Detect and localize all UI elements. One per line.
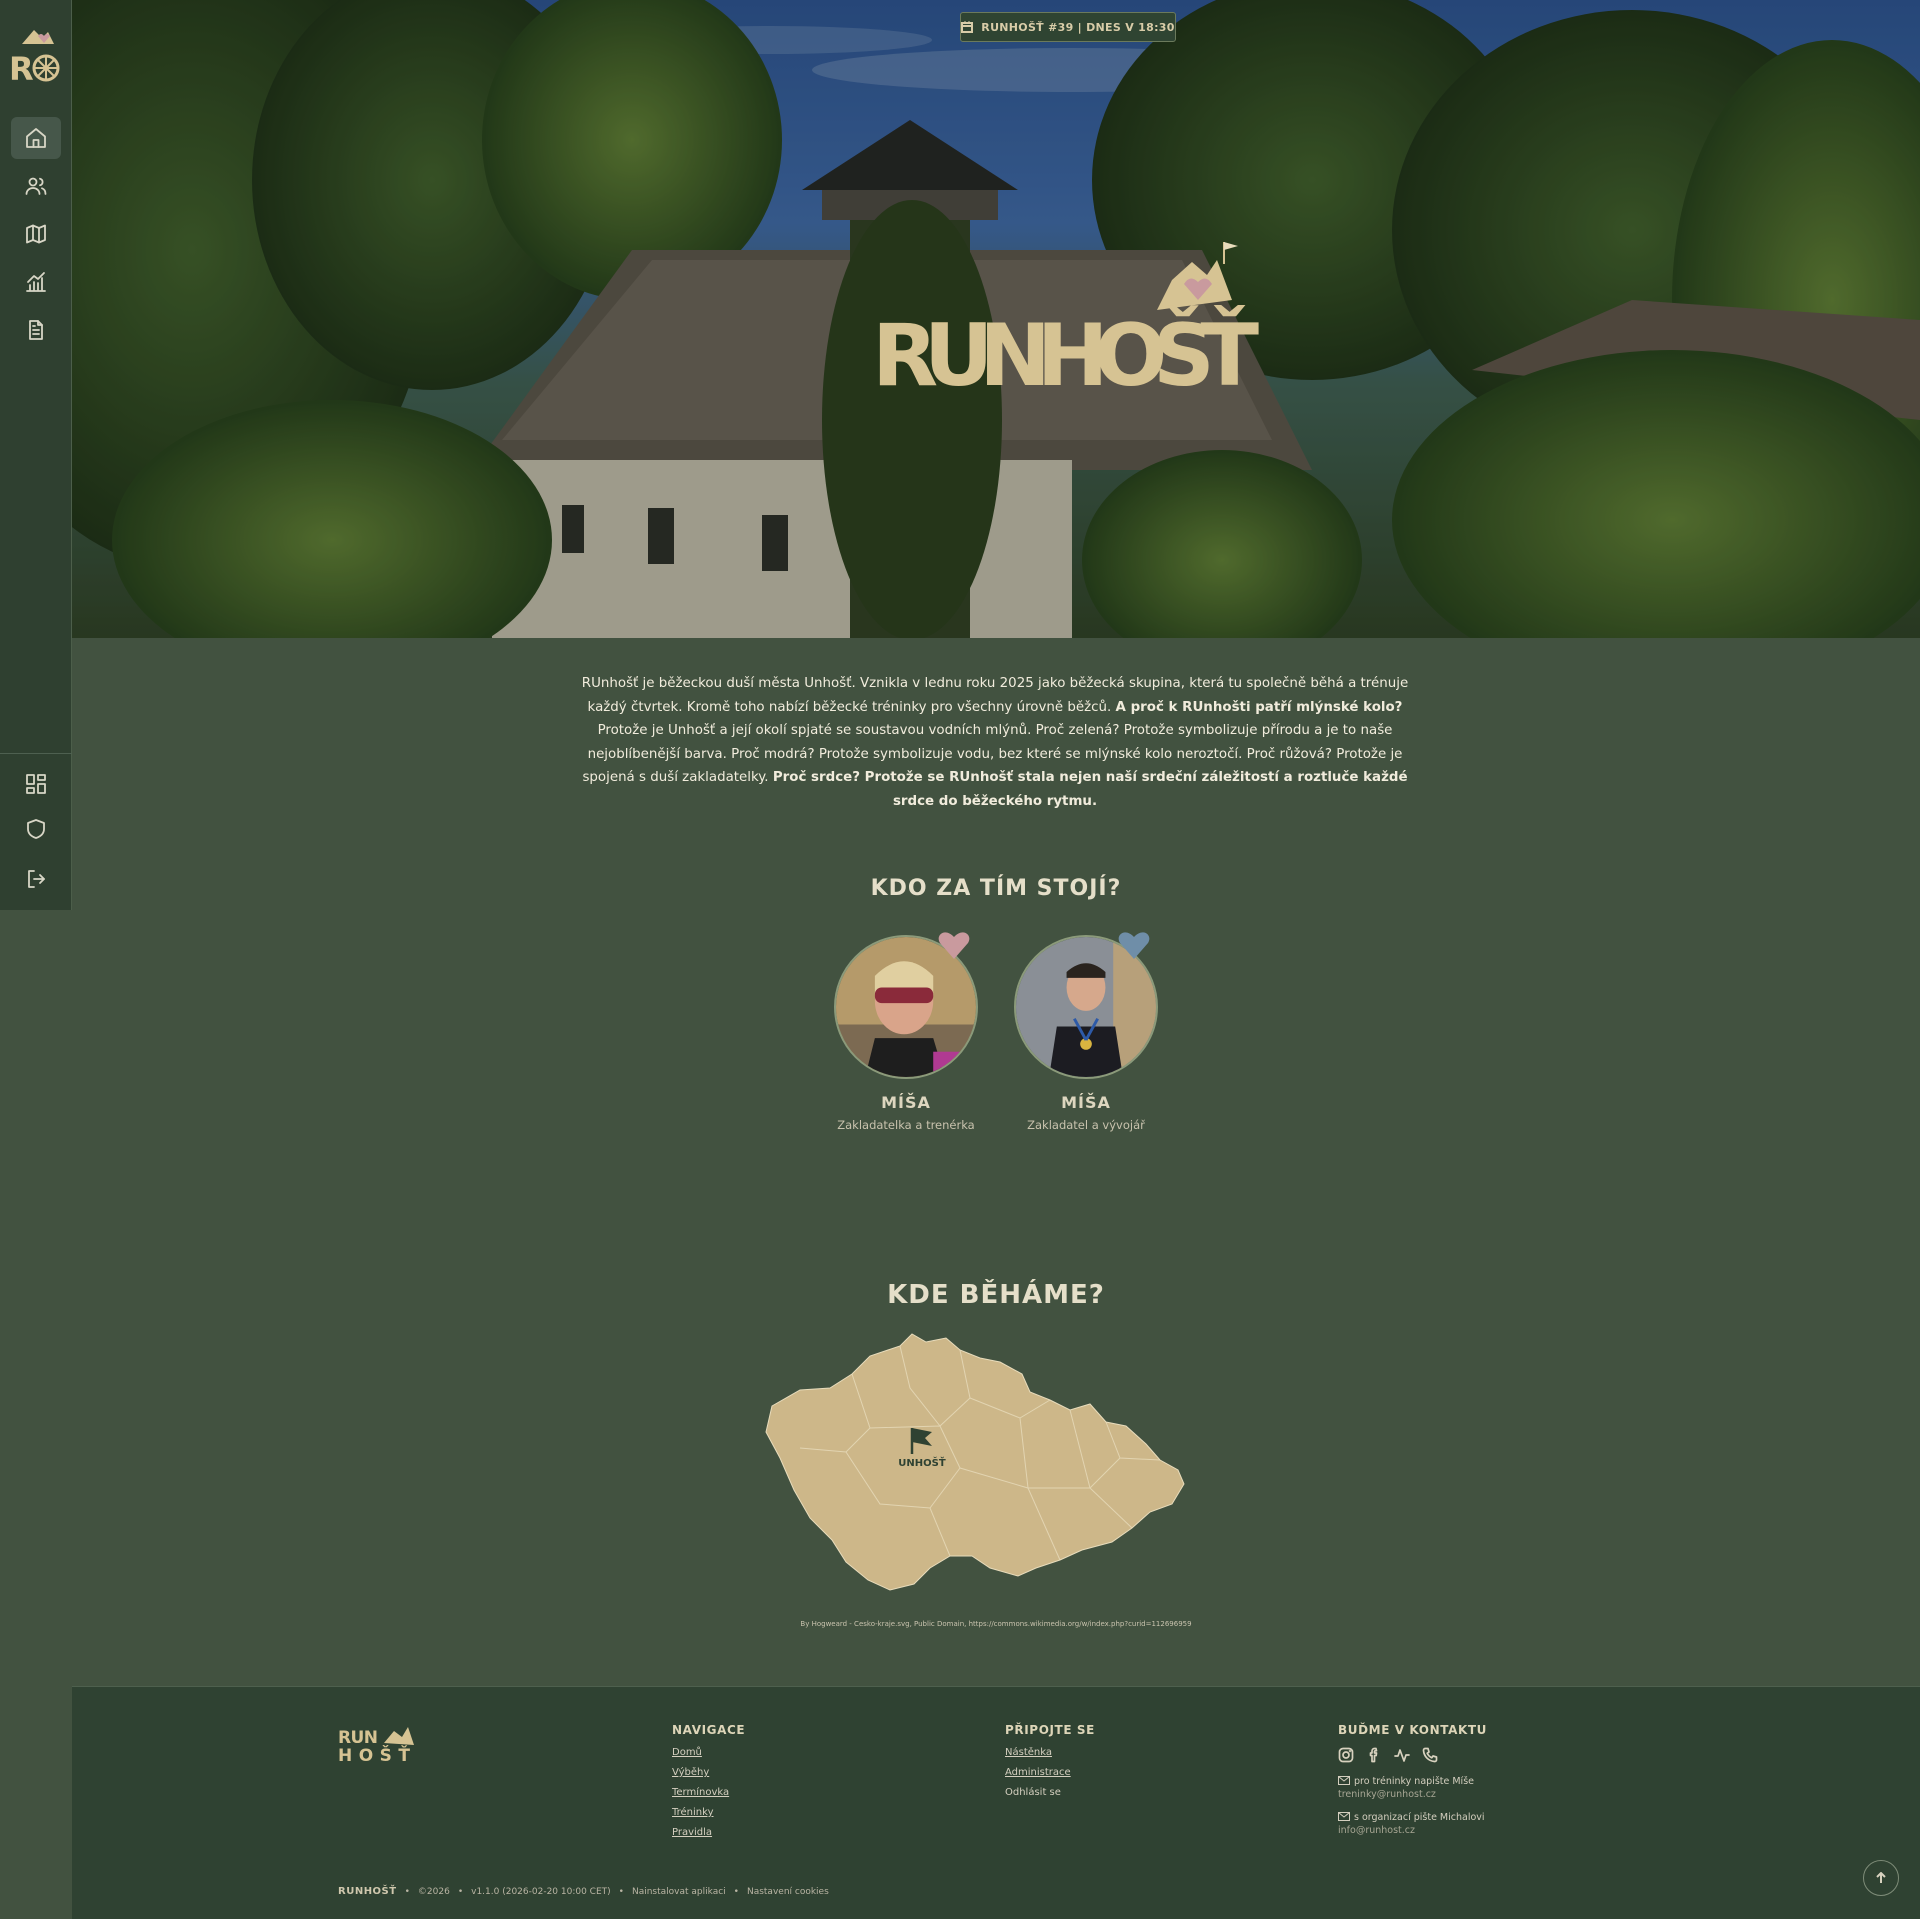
intro-paragraph: RUnhošť je běžeckou duší města Unhošť. V… xyxy=(580,672,1410,813)
scroll-to-top-button[interactable] xyxy=(1863,1860,1899,1896)
footer-logo[interactable]: RUN HOŠŤ xyxy=(338,1723,414,1763)
team-member-name: MÍŠA xyxy=(881,1093,931,1112)
install-app-link[interactable]: Nainstalovat aplikaci xyxy=(632,1887,726,1897)
separator: • xyxy=(618,1886,624,1897)
hero-logo-text: RUNHOŠŤ xyxy=(872,305,1259,400)
version: v1.1.0 (2026-02-20 10:00 CET) xyxy=(471,1886,611,1897)
map-marker-label: UNHOŠŤ xyxy=(898,1456,946,1469)
sidebar-item-admin[interactable] xyxy=(11,808,61,850)
chart-icon xyxy=(26,272,46,292)
logout-icon xyxy=(28,870,45,888)
intro-bold-1: A proč k RUnhošti patří mlýnské kolo? xyxy=(1115,699,1403,715)
team-member-card: MÍŠA Zakladatelka a trenérka xyxy=(831,932,981,1132)
map-icon xyxy=(26,224,46,244)
dashboard-icon xyxy=(26,774,46,794)
svg-text:R: R xyxy=(9,50,34,86)
team-section-title: KDO ZA TÍM STOJÍ? xyxy=(870,876,1122,901)
social-icons xyxy=(1338,1747,1487,1763)
footer-link-rules[interactable]: Pravidla xyxy=(672,1827,745,1838)
footer-join-column: PŘIPOJTE SE Nástěnka Administrace Odhlás… xyxy=(1005,1723,1095,1807)
contact-label: pro tréninky napište Míše xyxy=(1354,1776,1474,1787)
sidebar-divider xyxy=(0,753,72,754)
sidebar-item-documents[interactable] xyxy=(11,309,61,351)
footer-nav-column: NAVIGACE Domů Výběhy Termínovka Tréninky… xyxy=(672,1723,745,1847)
team-member-name: MÍŠA xyxy=(1061,1093,1111,1112)
contact-trainings: pro tréninky napište Míše treninky@runho… xyxy=(1338,1775,1487,1801)
sidebar-logo[interactable]: R xyxy=(8,22,64,88)
phone-icon[interactable] xyxy=(1422,1747,1438,1763)
footer-link-home[interactable]: Domů xyxy=(672,1747,745,1758)
heart-icon xyxy=(938,932,970,959)
sidebar-item-dashboard[interactable] xyxy=(11,763,61,805)
sidebar-item-home[interactable] xyxy=(11,117,61,159)
next-run-text: RUNHOŠŤ #39 | DNES V 18:30 xyxy=(981,20,1175,34)
separator: • xyxy=(457,1886,464,1897)
svg-text:RUN: RUN xyxy=(338,1728,378,1748)
home-icon xyxy=(26,128,46,148)
contact-organization: s organizací pište Michalovi info@runhos… xyxy=(1338,1811,1487,1837)
footer-link-trainings[interactable]: Tréninky xyxy=(672,1807,745,1818)
hero: RUNHOŠŤ #39 | DNES V 18:30 RUNHOŠŤ xyxy=(72,0,1920,638)
calendar-icon xyxy=(961,21,974,33)
separator: • xyxy=(733,1886,739,1897)
contact-email[interactable]: info@runhost.cz xyxy=(1338,1824,1487,1837)
mail-icon xyxy=(1338,1812,1350,1821)
footer-logout-link[interactable]: Odhlásit se xyxy=(1005,1787,1095,1798)
footer-join-title: PŘIPOJTE SE xyxy=(1005,1723,1095,1737)
heart-icon xyxy=(1118,932,1150,959)
hero-logo: RUNHOŠŤ xyxy=(872,242,1261,400)
instagram-icon[interactable] xyxy=(1338,1747,1354,1763)
sidebar-item-users[interactable] xyxy=(11,165,61,207)
arrow-up-icon xyxy=(1876,1872,1886,1883)
contact-label: s organizací pište Michalovi xyxy=(1354,1812,1485,1823)
sidebar-item-stats[interactable] xyxy=(11,261,61,303)
footer-link-admin[interactable]: Administrace xyxy=(1005,1767,1095,1778)
czech-regions-map: UNHOŠŤ xyxy=(765,1333,1185,1591)
intro-bold-2: Proč srdce? Protože se RUnhošť stala nej… xyxy=(772,770,1408,809)
map-section-title: KDE BĚHÁME? xyxy=(887,1280,1105,1310)
facebook-icon[interactable] xyxy=(1366,1747,1382,1763)
footer-link-calendar[interactable]: Termínovka xyxy=(672,1787,745,1798)
sidebar-item-logout[interactable] xyxy=(11,858,61,900)
footer-link-runs[interactable]: Výběhy xyxy=(672,1767,745,1778)
footer: RUN HOŠŤ NAVIGACE Domů Výběhy Termínovka… xyxy=(72,1686,1920,1919)
team-member-card: MÍŠA Zakladatel a vývojář xyxy=(1011,932,1161,1132)
users-icon xyxy=(25,177,47,195)
mail-icon xyxy=(1338,1776,1350,1785)
separator: • xyxy=(404,1886,410,1897)
copyright: ©2026 xyxy=(417,1886,450,1897)
sidebar: R xyxy=(0,0,72,910)
document-icon xyxy=(29,320,43,340)
activity-icon[interactable] xyxy=(1394,1747,1410,1763)
footer-bottom-bar: RUNHOŠŤ • ©2026 • v1.1.0 (2026-02-20 10:… xyxy=(338,1886,829,1897)
footer-nav-title: NAVIGACE xyxy=(672,1723,746,1737)
team-member-role: Zakladatel a vývojář xyxy=(1027,1118,1145,1132)
team-member-role: Zakladatelka a trenérka xyxy=(837,1118,975,1132)
next-run-badge[interactable]: RUNHOŠŤ #39 | DNES V 18:30 xyxy=(960,12,1176,42)
sidebar-item-map[interactable] xyxy=(11,213,61,255)
footer-contact-title: BUĎME V KONTAKTU xyxy=(1338,1723,1488,1737)
footer-link-board[interactable]: Nástěnka xyxy=(1005,1747,1095,1758)
contact-email[interactable]: treninky@runhost.cz xyxy=(1338,1788,1487,1801)
shield-icon xyxy=(27,819,45,839)
cookie-settings-link[interactable]: Nastavení cookies xyxy=(747,1887,829,1897)
footer-contact-column: BUĎME V KONTAKTU pro tréninky napište Mí… xyxy=(1338,1723,1487,1847)
map-credit: By Hogweard - Cesko-kraje.svg, Public Do… xyxy=(800,1620,1192,1628)
footer-brand: RUNHOŠŤ xyxy=(338,1886,397,1897)
